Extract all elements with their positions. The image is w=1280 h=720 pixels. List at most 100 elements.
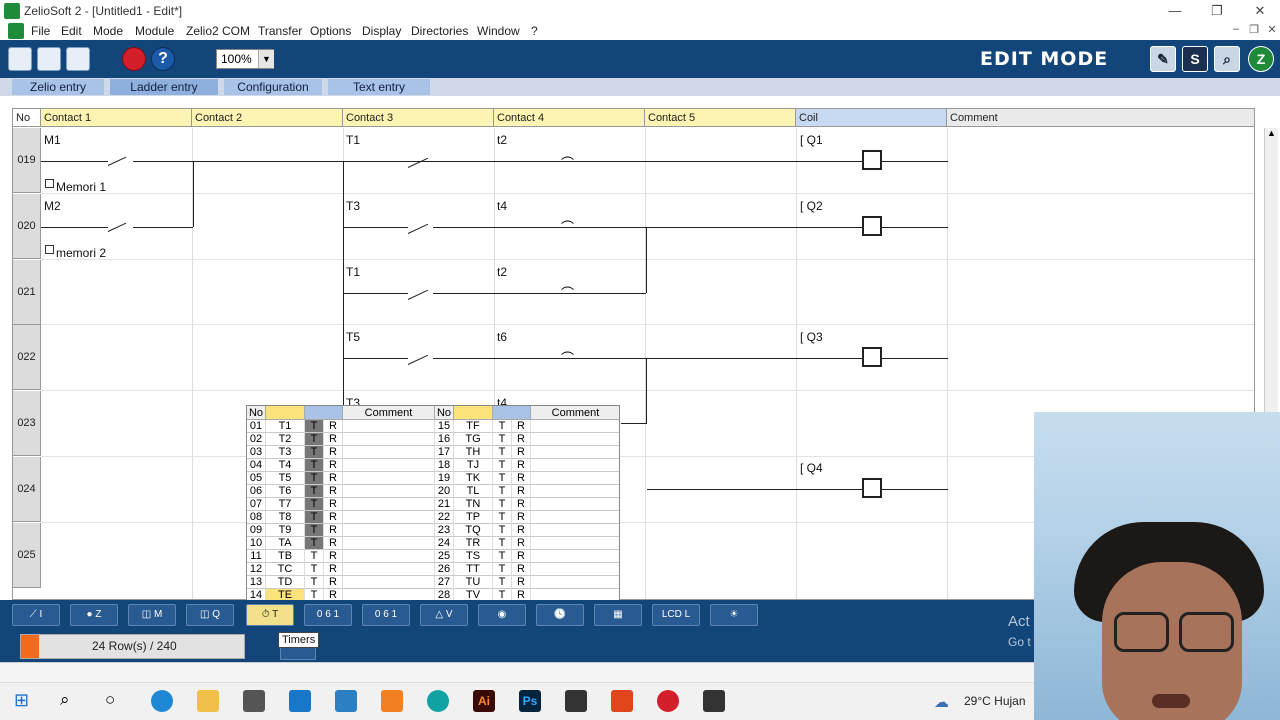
record-icon[interactable] <box>657 690 679 712</box>
timer-t-input[interactable]: T <box>305 524 324 537</box>
timer-name[interactable]: TS <box>454 550 493 563</box>
timer-t-input[interactable]: T <box>493 485 512 498</box>
hour-counter-icon[interactable]: ◉ <box>478 604 526 626</box>
timer-comment-cell[interactable] <box>343 446 435 459</box>
timer-t-input[interactable]: T <box>493 459 512 472</box>
timer-r-input[interactable]: R <box>324 446 343 459</box>
timer-number[interactable]: 16 <box>435 433 454 446</box>
tab-configuration[interactable]: Configuration <box>224 79 322 95</box>
fast-counter-icon[interactable]: 0 6 1 <box>362 604 410 626</box>
timer-number[interactable]: 04 <box>247 459 266 472</box>
row-number[interactable]: 020 <box>13 194 41 259</box>
photoshop-icon[interactable]: Ps <box>519 690 541 712</box>
timer-r-input[interactable]: R <box>324 498 343 511</box>
menu-directories[interactable]: Directories <box>411 24 468 38</box>
timer-r-input[interactable]: R <box>512 563 531 576</box>
timer-number[interactable]: 19 <box>435 472 454 485</box>
timer-r-input[interactable]: R <box>512 420 531 433</box>
menu-display[interactable]: Display <box>362 24 401 38</box>
timer-comment-cell[interactable] <box>343 420 435 433</box>
timer-number[interactable]: 05 <box>247 472 266 485</box>
timer-number[interactable]: 17 <box>435 446 454 459</box>
office-icon[interactable] <box>611 690 633 712</box>
app-icon[interactable] <box>703 690 725 712</box>
timer-number[interactable]: 24 <box>435 537 454 550</box>
menu-options[interactable]: Options <box>310 24 351 38</box>
menu-help[interactable]: ? <box>531 24 538 38</box>
mdi-close-icon[interactable]: ✕ <box>1264 23 1280 39</box>
timer-t-input[interactable]: T <box>305 446 324 459</box>
timer-name[interactable]: T2 <box>266 433 305 446</box>
timer-number[interactable]: 02 <box>247 433 266 446</box>
timer-r-input[interactable]: R <box>324 433 343 446</box>
menu-transfer[interactable]: Transfer <box>258 24 302 38</box>
timer-t-input[interactable]: T <box>493 537 512 550</box>
timer-comment-cell[interactable] <box>531 537 619 550</box>
clock-icon[interactable]: 🕓 <box>536 604 584 626</box>
timer-t-input[interactable]: T <box>305 485 324 498</box>
timer-t-input[interactable]: T <box>493 524 512 537</box>
open-folder-icon[interactable] <box>37 47 61 71</box>
timer-comment-cell[interactable] <box>343 459 435 472</box>
timer-name[interactable]: TA <box>266 537 305 550</box>
contact-label[interactable]: t4 <box>497 199 507 213</box>
timer-comment-cell[interactable] <box>531 524 619 537</box>
relay-m-icon[interactable]: ◫ M <box>128 604 176 626</box>
timer-comment-cell[interactable] <box>531 446 619 459</box>
timer-r-input[interactable]: R <box>324 563 343 576</box>
timer-number[interactable]: 22 <box>435 511 454 524</box>
timer-comment-cell[interactable] <box>531 576 619 589</box>
timer-name[interactable]: T1 <box>266 420 305 433</box>
save-icon[interactable] <box>66 47 90 71</box>
timer-name[interactable]: TH <box>454 446 493 459</box>
comment-checkbox[interactable] <box>45 179 54 188</box>
timer-number[interactable]: 12 <box>247 563 266 576</box>
menu-module[interactable]: Module <box>135 24 174 38</box>
row-number[interactable]: 022 <box>13 325 41 390</box>
illustrator-icon[interactable]: Ai <box>473 690 495 712</box>
timer-r-input[interactable]: R <box>512 537 531 550</box>
timer-number[interactable]: 11 <box>247 550 266 563</box>
search-icon[interactable]: ⌕ <box>1214 46 1240 72</box>
timer-comment-cell[interactable] <box>343 563 435 576</box>
contact-label[interactable]: M2 <box>44 199 61 213</box>
timer-icon[interactable]: ⏱ T <box>246 604 294 626</box>
contact-label[interactable]: t2 <box>497 133 507 147</box>
timer-t-input[interactable]: T <box>305 459 324 472</box>
timer-r-input[interactable]: R <box>324 550 343 563</box>
row-number[interactable]: 024 <box>13 457 41 522</box>
timer-comment-cell[interactable] <box>343 537 435 550</box>
timer-r-input[interactable]: R <box>512 550 531 563</box>
timer-t-input[interactable]: T <box>305 498 324 511</box>
contact-label[interactable]: T1 <box>346 265 360 279</box>
timer-number[interactable]: 09 <box>247 524 266 537</box>
timer-r-input[interactable]: R <box>324 537 343 550</box>
coil-label[interactable]: [ Q3 <box>800 330 823 344</box>
row-number[interactable]: 021 <box>13 260 41 325</box>
timer-number[interactable]: 20 <box>435 485 454 498</box>
app-icon[interactable] <box>335 690 357 712</box>
edit-mode-icon[interactable]: ✎ <box>1150 46 1176 72</box>
mdi-restore-icon[interactable]: ❐ <box>1246 23 1262 39</box>
timer-t-input[interactable]: T <box>305 511 324 524</box>
timer-number[interactable]: 08 <box>247 511 266 524</box>
calendar-grid-icon[interactable]: ▦ <box>594 604 642 626</box>
timer-r-input[interactable]: R <box>324 511 343 524</box>
file-explorer-icon[interactable] <box>197 690 219 712</box>
coil-icon[interactable] <box>862 216 882 236</box>
timer-number[interactable]: 03 <box>247 446 266 459</box>
zelio-logo-icon[interactable]: Z <box>1248 46 1274 72</box>
timer-name[interactable]: T3 <box>266 446 305 459</box>
chevron-down-icon[interactable]: ▼ <box>258 50 274 68</box>
timer-r-input[interactable]: R <box>512 472 531 485</box>
timer-comment-cell[interactable] <box>531 550 619 563</box>
coil-label[interactable]: [ Q4 <box>800 461 823 475</box>
timer-comment-cell[interactable] <box>343 511 435 524</box>
menu-window[interactable]: Window <box>477 24 520 38</box>
timer-r-input[interactable]: R <box>512 485 531 498</box>
coil-icon[interactable] <box>862 150 882 170</box>
timer-t-input[interactable]: T <box>493 446 512 459</box>
lcd-text-icon[interactable]: LCD L <box>652 604 700 626</box>
timer-comment-cell[interactable] <box>343 524 435 537</box>
edge-icon[interactable] <box>151 690 173 712</box>
